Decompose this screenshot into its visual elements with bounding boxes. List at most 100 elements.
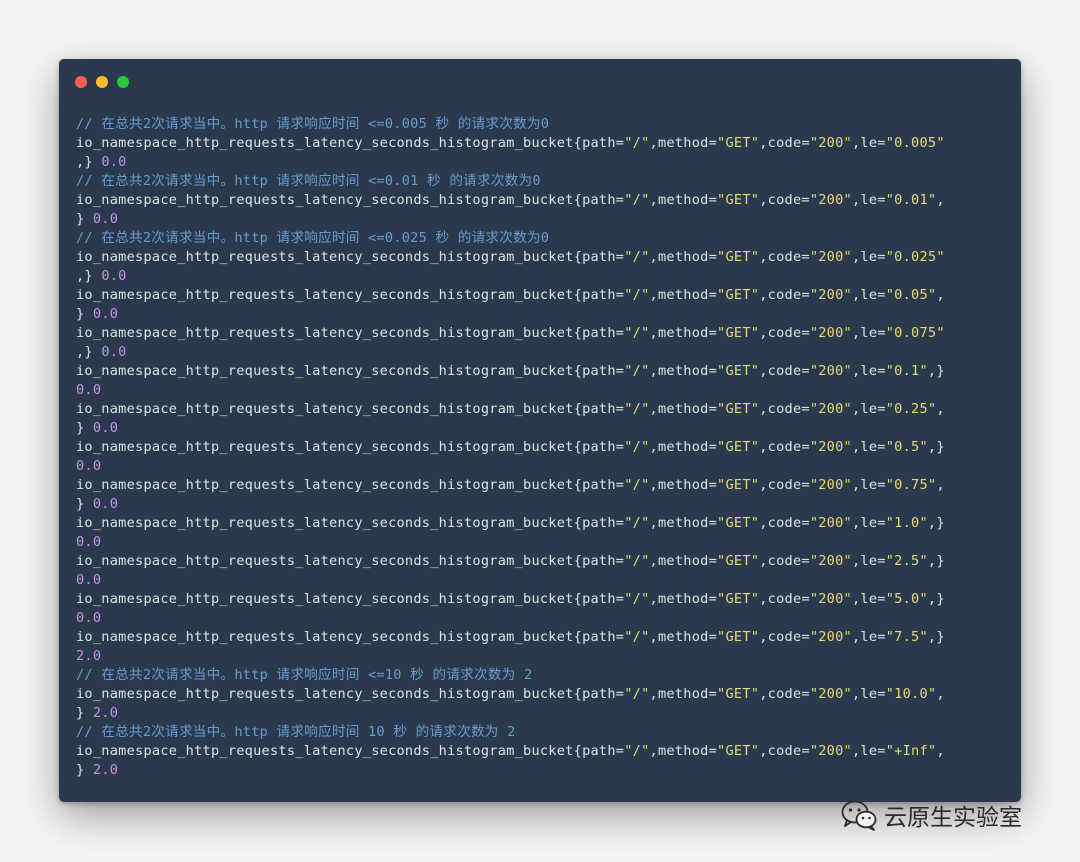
- label-value-method: "GET": [717, 553, 760, 569]
- brace-open: {: [573, 591, 583, 607]
- label-value-code: "200": [809, 743, 852, 759]
- label-key-path: path=: [582, 477, 625, 493]
- code-comment-line: // 在总共2次请求当中。http 请求响应时间 <=0.025 秒 的请求次数…: [76, 229, 1011, 248]
- label-value-le: "5.0": [885, 591, 928, 607]
- line-tail: ,}: [927, 553, 945, 569]
- label-value-path: "/": [624, 686, 650, 702]
- label-key-code: ,code=: [759, 325, 810, 341]
- metric-line: io_namespace_http_requests_latency_secon…: [76, 628, 1011, 647]
- label-value-le: "7.5": [885, 629, 928, 645]
- label-key-code: ,code=: [759, 686, 810, 702]
- metric-line: io_namespace_http_requests_latency_secon…: [76, 590, 1011, 609]
- metric-value-line: ,} 0.0: [76, 343, 1011, 362]
- metric-value: 0.0: [76, 572, 102, 588]
- label-key-le: ,le=: [851, 477, 886, 493]
- label-value-le: "0.01": [885, 192, 937, 208]
- metric-name: io_namespace_http_requests_latency_secon…: [76, 515, 574, 531]
- metric-value: 0.0: [92, 306, 119, 322]
- brace-open: {: [573, 401, 583, 417]
- label-key-method: ,method=: [649, 249, 718, 265]
- label-key-method: ,method=: [649, 591, 718, 607]
- label-value-code: "200": [809, 515, 852, 531]
- wrap-prefix: ,}: [76, 268, 102, 284]
- wrap-prefix: }: [76, 420, 93, 436]
- metric-value: 0.0: [76, 610, 102, 626]
- label-key-le: ,le=: [851, 325, 886, 341]
- metric-value: 0.0: [92, 496, 119, 512]
- metric-name: io_namespace_http_requests_latency_secon…: [76, 287, 574, 303]
- label-value-path: "/": [624, 325, 650, 341]
- label-key-le: ,le=: [851, 135, 886, 151]
- brace-open: {: [573, 363, 583, 379]
- code-comment-line: // 在总共2次请求当中。http 请求响应时间 10 秒 的请求次数为 2: [76, 723, 1011, 742]
- metric-line: io_namespace_http_requests_latency_secon…: [76, 400, 1011, 419]
- metric-value: 0.0: [101, 268, 127, 284]
- label-key-code: ,code=: [759, 515, 810, 531]
- metric-name: io_namespace_http_requests_latency_secon…: [76, 363, 574, 379]
- watermark: 云原生实验室: [840, 797, 1022, 833]
- wrap-prefix: }: [76, 211, 93, 227]
- label-value-method: "GET": [717, 363, 760, 379]
- label-value-path: "/": [624, 591, 650, 607]
- metric-name: io_namespace_http_requests_latency_secon…: [76, 629, 574, 645]
- wrap-prefix: }: [76, 306, 93, 322]
- label-key-path: path=: [582, 325, 625, 341]
- metric-value-line: } 2.0: [76, 704, 1011, 723]
- label-value-method: "GET": [717, 249, 760, 265]
- label-key-method: ,method=: [649, 477, 718, 493]
- line-tail: ,: [936, 686, 945, 702]
- line-tail: ,: [936, 192, 945, 208]
- label-key-method: ,method=: [649, 439, 718, 455]
- line-tail: ,}: [927, 363, 945, 379]
- minimize-button[interactable]: [96, 76, 108, 88]
- label-key-path: path=: [582, 743, 625, 759]
- label-value-code: "200": [809, 363, 852, 379]
- metric-line: io_namespace_http_requests_latency_secon…: [76, 362, 1011, 381]
- label-value-path: "/": [624, 553, 650, 569]
- label-key-path: path=: [582, 439, 625, 455]
- zoom-button[interactable]: [117, 76, 129, 88]
- label-value-code: "200": [809, 401, 852, 417]
- label-key-path: path=: [582, 553, 625, 569]
- label-key-le: ,le=: [851, 249, 886, 265]
- label-key-le: ,le=: [851, 629, 886, 645]
- line-tail: ,: [936, 287, 945, 303]
- label-key-code: ,code=: [759, 629, 810, 645]
- label-value-method: "GET": [717, 401, 760, 417]
- label-key-method: ,method=: [649, 192, 718, 208]
- brace-open: {: [573, 192, 583, 208]
- label-key-method: ,method=: [649, 325, 718, 341]
- wrap-prefix: }: [76, 496, 93, 512]
- label-key-code: ,code=: [759, 477, 810, 493]
- label-key-method: ,method=: [649, 287, 718, 303]
- brace-open: {: [573, 477, 583, 493]
- label-value-code: "200": [809, 325, 852, 341]
- label-value-path: "/": [624, 401, 650, 417]
- label-key-code: ,code=: [759, 135, 810, 151]
- close-button[interactable]: [75, 76, 87, 88]
- metric-value-line: } 0.0: [76, 495, 1011, 514]
- brace-open: {: [573, 249, 583, 265]
- label-value-le: "2.5": [885, 553, 928, 569]
- label-value-method: "GET": [717, 515, 760, 531]
- brace-open: {: [573, 135, 583, 151]
- metric-value-line: } 2.0: [76, 761, 1011, 780]
- label-key-method: ,method=: [649, 363, 718, 379]
- label-value-path: "/": [624, 477, 650, 493]
- metric-value: 0.0: [101, 344, 127, 360]
- metric-name: io_namespace_http_requests_latency_secon…: [76, 686, 574, 702]
- label-key-path: path=: [582, 249, 625, 265]
- metric-value: 2.0: [92, 762, 119, 778]
- label-key-path: path=: [582, 192, 625, 208]
- code-comment: // 在总共2次请求当中。http 请求响应时间 <=10 秒 的请求次数为 2: [76, 667, 533, 683]
- line-tail: ,}: [927, 629, 945, 645]
- label-key-path: path=: [582, 401, 625, 417]
- metric-value-line: ,} 0.0: [76, 153, 1011, 172]
- label-key-path: path=: [582, 135, 625, 151]
- label-value-method: "GET": [717, 439, 760, 455]
- metric-value-line: 0.0: [76, 457, 1011, 476]
- label-value-method: "GET": [717, 686, 760, 702]
- wechat-icon: [841, 800, 877, 831]
- metric-line: io_namespace_http_requests_latency_secon…: [76, 476, 1011, 495]
- label-value-le: "0.25": [885, 401, 937, 417]
